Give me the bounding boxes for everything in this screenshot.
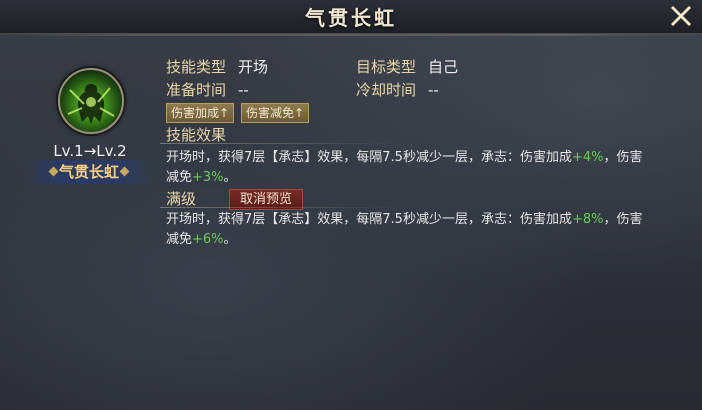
- close-icon: [670, 5, 692, 27]
- max-description: 开场时，获得7层【承志】效果，每隔7.5秒减少一层，承志：伤害加成+8%，伤害 …: [166, 210, 686, 250]
- effect-section-title: 技能效果: [166, 126, 227, 144]
- skill-name-plate: 气贯长虹: [26, 160, 152, 184]
- effect-text-4: 。: [223, 170, 237, 185]
- max-text-3: 减免: [166, 232, 193, 247]
- skill-type-value: 开场: [238, 58, 269, 76]
- effect-text-3: 减免: [166, 170, 193, 185]
- max-reduction-value: +6%: [192, 232, 224, 247]
- title-bar: 气贯长虹: [0, 0, 702, 36]
- diamond-ornament-left: [48, 166, 59, 177]
- effect-text-2: ，伤害: [603, 150, 643, 165]
- prep-time-value: --: [238, 81, 249, 99]
- tag-damage-reduction[interactable]: 伤害减免↑: [241, 103, 310, 123]
- target-type-label: 目标类型: [356, 58, 417, 76]
- max-text-1: 开场时，获得7层【承志】效果，每隔7.5秒减少一层，承志：伤害加成: [166, 212, 572, 227]
- skill-level: Lv.1→Lv.2: [53, 142, 127, 160]
- tag-damage-bonus[interactable]: 伤害加成↑: [166, 103, 235, 123]
- effect-divider: [160, 143, 400, 144]
- max-text-2: ，伤害: [603, 212, 643, 227]
- cooldown-value: --: [428, 81, 439, 99]
- skill-type-row: 技能类型 开场: [166, 56, 268, 77]
- cooldown-row: 冷却时间 --: [356, 79, 439, 100]
- effect-reduction-value: +3%: [192, 170, 224, 185]
- effect-bonus-value: +4%: [571, 150, 604, 165]
- max-level-title: 满级: [166, 190, 197, 208]
- max-divider: [160, 207, 400, 208]
- max-bonus-value: +8%: [571, 212, 604, 227]
- max-text-4: 。: [223, 232, 237, 247]
- effect-text-1: 开场时，获得7层【承志】效果，每隔7.5秒减少一层，承志：伤害加成: [166, 150, 572, 165]
- prep-time-row: 准备时间 --: [166, 79, 249, 100]
- skill-icon-button[interactable]: [58, 68, 124, 134]
- skill-name: 气贯长虹: [58, 163, 119, 181]
- warrior-green-aura-icon: [67, 84, 115, 124]
- close-button[interactable]: [668, 3, 694, 29]
- window-title: 气贯长虹: [305, 6, 397, 30]
- diamond-ornament-right: [119, 166, 130, 177]
- target-type-value: 自己: [428, 58, 459, 76]
- skill-type-label: 技能类型: [166, 58, 227, 76]
- target-type-row: 目标类型 自己: [356, 56, 458, 77]
- cooldown-label: 冷却时间: [356, 81, 417, 99]
- prep-time-label: 准备时间: [166, 81, 227, 99]
- effect-description: 开场时，获得7层【承志】效果，每隔7.5秒减少一层，承志：伤害加成+4%，伤害 …: [166, 148, 686, 188]
